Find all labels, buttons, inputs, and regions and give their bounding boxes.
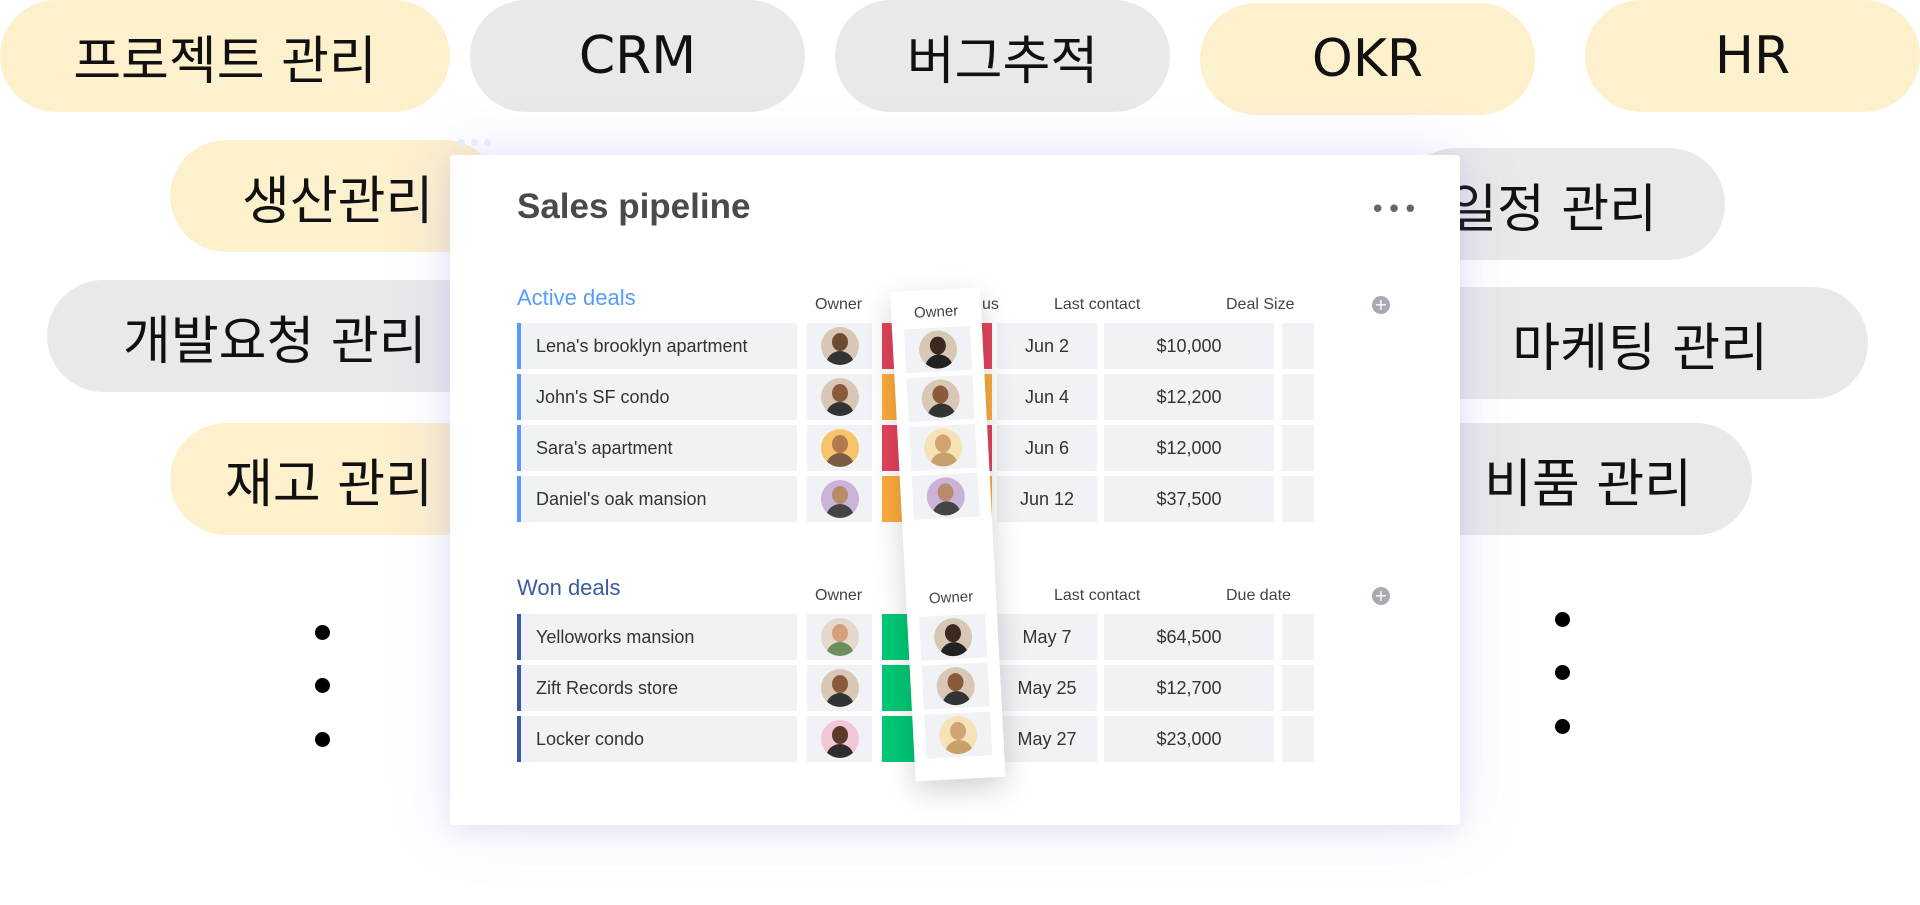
last-contact-cell[interactable]: May 7	[997, 614, 1097, 660]
category-label: 버그추적	[906, 31, 1099, 92]
deal-name: Lena's brooklyn apartment	[536, 335, 748, 356]
add-column-icon[interactable]: +	[1372, 587, 1390, 605]
deal-name: Locker condo	[536, 728, 645, 749]
column-header-last-contact: Last contact	[1054, 296, 1141, 313]
deal-size-cell[interactable]: $12,000	[1104, 425, 1274, 471]
column-header-owner: Owner	[815, 587, 863, 604]
column-header-last-contact: Last contact	[1054, 587, 1141, 604]
category-pill-project[interactable]: 프로젝트 관리	[0, 0, 450, 112]
category-pill-dev-request[interactable]: 개발요청 관리	[47, 280, 500, 392]
floating-column-header: Owner	[913, 302, 959, 322]
drag-handle-icon[interactable]	[458, 139, 491, 146]
deal-name: Daniel's oak mansion	[536, 488, 707, 509]
column-header-owner: Owner	[815, 296, 863, 313]
more-horizontal-icon[interactable]: •••	[1370, 195, 1419, 225]
group-title-active: Active deals	[517, 285, 636, 310]
category-pill-okr[interactable]: OKR	[1200, 3, 1535, 115]
due-date-cell[interactable]: $64,500	[1104, 614, 1274, 660]
category-label: 비품 관리	[1484, 454, 1692, 515]
category-label: 개발요청 관리	[123, 311, 427, 372]
deal-name: Sara's apartment	[536, 437, 673, 458]
column-header-due-date: Due date	[1226, 587, 1291, 604]
column-header-deal-size: Deal Size	[1226, 296, 1295, 313]
category-label: OKR	[1311, 29, 1424, 89]
category-label: 재고 관리	[225, 454, 433, 515]
category-pill-marketing[interactable]: 마케팅 관리	[1400, 287, 1868, 399]
deal-size-cell[interactable]: $37,500	[1104, 476, 1274, 522]
avatar[interactable]	[820, 480, 859, 518]
deal-size-cell[interactable]: $12,200	[1104, 374, 1274, 420]
last-contact-cell[interactable]: May 25	[997, 665, 1097, 711]
avatar	[935, 666, 976, 707]
category-label: 프로젝트 관리	[73, 31, 377, 92]
avatar	[923, 427, 964, 468]
avatar[interactable]	[820, 618, 859, 656]
avatar[interactable]	[820, 327, 859, 365]
category-label: HR	[1714, 26, 1791, 86]
category-pill-hr[interactable]: HR	[1585, 0, 1920, 112]
avatar[interactable]	[820, 378, 859, 416]
last-contact-cell[interactable]: Jun 2	[997, 323, 1097, 369]
avatar	[920, 378, 961, 419]
avatar[interactable]	[820, 429, 859, 467]
board-title: Sales pipeline	[517, 187, 751, 226]
last-contact-cell[interactable]: Jun 4	[997, 374, 1097, 420]
column-header-status: us	[982, 296, 999, 313]
due-date-cell[interactable]: $23,000	[1104, 716, 1274, 762]
last-contact-cell[interactable]: May 27	[997, 716, 1097, 762]
add-column-icon[interactable]: +	[1372, 296, 1390, 314]
deal-name: John's SF condo	[536, 386, 670, 407]
avatar	[925, 476, 966, 517]
last-contact-cell[interactable]: Jun 12	[997, 476, 1097, 522]
category-label: 마케팅 관리	[1512, 318, 1768, 379]
due-date-cell[interactable]: $12,700	[1104, 665, 1274, 711]
deal-name: Yelloworks mansion	[536, 626, 695, 647]
category-pill-bug[interactable]: 버그추적	[835, 0, 1170, 112]
category-label: CRM	[578, 26, 697, 86]
category-label: 생산관리	[242, 171, 434, 232]
avatar	[933, 617, 974, 658]
last-contact-cell[interactable]: Jun 6	[997, 425, 1097, 471]
deal-name: Zift Records store	[536, 677, 679, 698]
category-pill-crm[interactable]: CRM	[470, 0, 805, 112]
avatar	[938, 715, 979, 756]
avatar	[918, 329, 959, 370]
deal-size-cell[interactable]: $10,000	[1104, 323, 1274, 369]
avatar[interactable]	[820, 720, 859, 758]
floating-column-header: Owner	[928, 588, 974, 608]
avatar[interactable]	[820, 669, 859, 707]
group-title-won: Won deals	[517, 575, 621, 600]
category-label: 일정 관리	[1449, 179, 1657, 240]
